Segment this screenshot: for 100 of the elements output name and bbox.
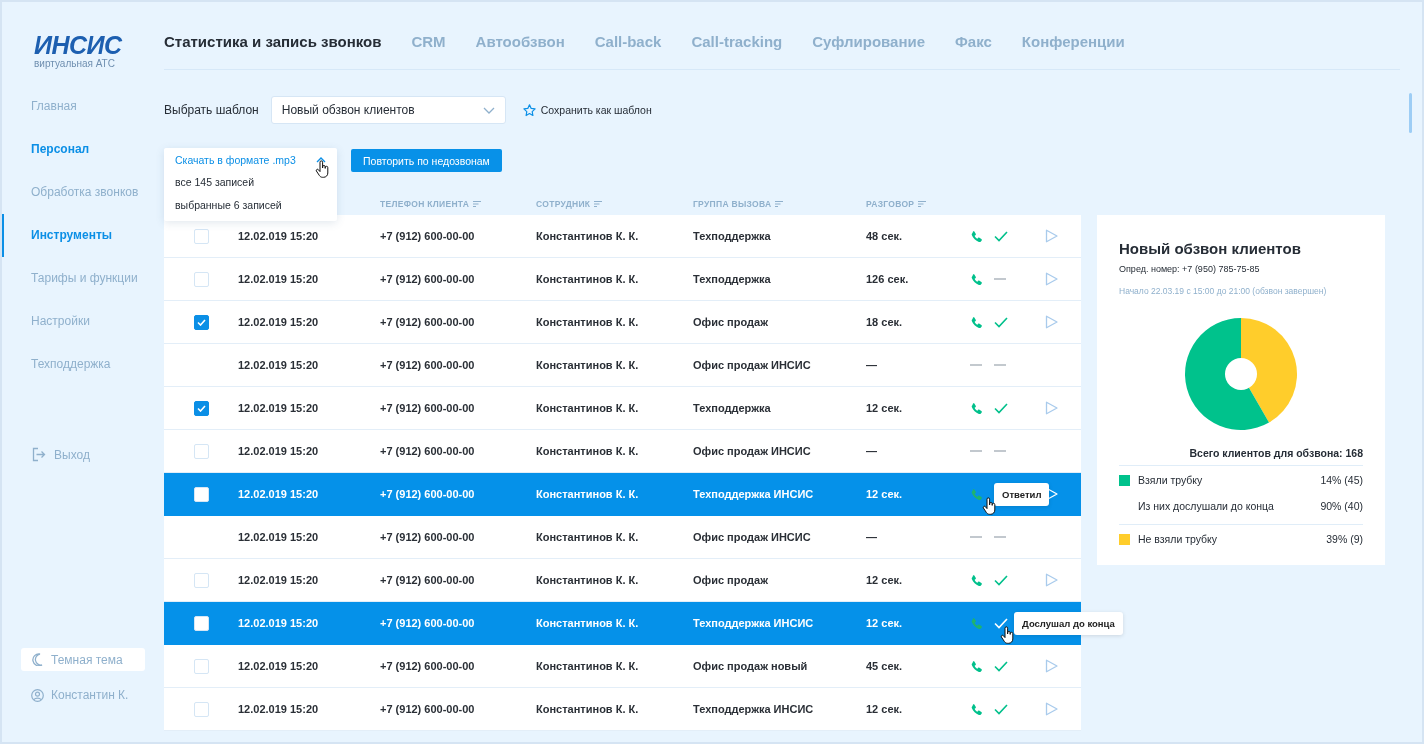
table-cell: +7 (912) 600-00-00 [380, 316, 475, 328]
sidebar-item[interactable]: Обработка звонков [2, 171, 164, 214]
nav-tab[interactable]: Call-tracking [691, 33, 783, 50]
table-cell: +7 (912) 600-00-00 [380, 445, 475, 457]
table-cell: 12.02.019 15:20 [238, 531, 319, 543]
table-row[interactable]: 12.02.019 15:20 +7 (912) 600-00-00 Константинов К. К. Офис продаж ИНСИС — [164, 516, 1081, 559]
nav-tab[interactable]: Call-back [594, 33, 662, 50]
legend-value: 90% (40) [1320, 500, 1363, 512]
table-cell: +7 (912) 600-00-00 [380, 703, 475, 715]
menu-item[interactable]: выбранные 6 записей [164, 194, 293, 217]
column-header[interactable]: ГРУППА ВЫЗОВА [693, 199, 784, 209]
table-cell: Техподдержка [693, 230, 771, 242]
table-cell: 12.02.019 15:20 [238, 703, 319, 715]
nav-tab[interactable]: CRM [411, 33, 446, 50]
period-text: Начало 22.03.19 с 15:00 до 21:00 (обзвон завершен) [1119, 286, 1328, 296]
table-cell: Техподдержка [693, 402, 771, 414]
table-cell: 12 сек. [866, 402, 903, 414]
table-cell: 12 сек. [866, 703, 903, 715]
nav-tab[interactable]: Статистика и запись звонков [164, 33, 382, 50]
table-row[interactable]: 12.02.019 15:20 +7 (912) 600-00-00 Константинов К. К. Офис продаж новый 45 сек. [164, 645, 1081, 688]
template-label: Выбрать шаблон [164, 103, 259, 117]
table-cell: 12 сек. [866, 617, 903, 629]
table-cell: Константинов К. К. [536, 359, 639, 371]
pointer-icon [982, 497, 996, 515]
table-cell: Константинов К. К. [536, 445, 639, 457]
table-cell: Офис продаж ИНСИС [693, 359, 811, 371]
table-cell: +7 (912) 600-00-00 [380, 488, 475, 500]
table-cell: Константинов К. К. [536, 316, 639, 328]
table-cell: 12.02.019 15:20 [238, 574, 319, 586]
table-cell: Константинов К. К. [536, 617, 639, 629]
table-row[interactable]: 12.02.019 15:20 +7 (912) 600-00-00 Константинов К. К. Офис продаж ИНСИС — [164, 430, 1081, 473]
sort-icon [918, 201, 927, 207]
theme-button[interactable]: Темная тема [21, 648, 145, 671]
pointer-icon [1000, 626, 1014, 644]
table-cell: 12.02.019 15:20 [238, 316, 319, 328]
sidebar-item[interactable]: Инструменты [2, 214, 164, 257]
moon-icon [32, 653, 43, 666]
column-header[interactable]: РАЗГОВОР [866, 199, 927, 209]
tooltip: Дослушал до конца [1014, 612, 1123, 635]
column-header[interactable]: СОТРУДНИК [536, 199, 603, 209]
logo-subtitle: виртуальная АТС [34, 58, 115, 70]
nav-tab[interactable]: Суфлирование [812, 33, 926, 50]
table-cell: Константинов К. К. [536, 402, 639, 414]
table-cell: 12.02.019 15:20 [238, 402, 319, 414]
sidebar-item[interactable]: Главная [2, 85, 164, 128]
nav-tab[interactable]: Конференции [1021, 33, 1125, 50]
table-cell: Константинов К. К. [536, 273, 639, 285]
sidebar-item[interactable]: Персонал [2, 128, 164, 171]
checkmark-icon [197, 404, 206, 412]
table-cell: Техподдержка [693, 273, 771, 285]
retry-button[interactable]: Повторить по недозвонам [351, 149, 502, 172]
nav-tab[interactable]: Автообзвон [475, 33, 565, 50]
table-row[interactable]: 12.02.019 15:20 +7 (912) 600-00-00 Константинов К. К. Офис продаж 12 сек. [164, 559, 1081, 602]
download-toggle[interactable]: Скачать в формате .mp3 [175, 154, 296, 166]
table-cell: — [866, 359, 877, 371]
sidebar-item[interactable]: Техподдержка [2, 343, 164, 386]
table-cell: +7 (912) 600-00-00 [380, 574, 475, 586]
save-template-link[interactable]: Сохранить как шаблон [540, 104, 652, 116]
table-row[interactable]: 12.02.019 15:20 +7 (912) 600-00-00 Константинов К. К. Техподдержка ИНСИС 12 сек. Ответил [164, 473, 1081, 516]
table-cell: Константинов К. К. [536, 574, 639, 586]
table-row[interactable]: 12.02.019 15:20 +7 (912) 600-00-00 Константинов К. К. Офис продаж ИНСИС — [164, 344, 1081, 387]
sidebar-item[interactable]: Настройки [2, 300, 164, 343]
caller-id-text: Опред. номер: +7 (950) 785-75-85 [1119, 264, 1261, 274]
column-header[interactable]: ТЕЛЕФОН КЛИЕНТА [380, 199, 482, 209]
table-row[interactable]: 12.02.019 15:20 +7 (912) 600-00-00 Константинов К. К. Техподдержка 48 сек. [164, 215, 1081, 258]
table-cell: 18 сек. [866, 316, 903, 328]
table-cell: 12 сек. [866, 488, 903, 500]
table-cell: 12.02.019 15:20 [238, 273, 319, 285]
table-cell: Техподдержка ИНСИС [693, 703, 814, 715]
table-cell: Офис продаж [693, 574, 768, 586]
table-row[interactable]: 12.02.019 15:20 +7 (912) 600-00-00 Константинов К. К. Офис продаж 18 сек. [164, 301, 1081, 344]
checkbox[interactable] [194, 400, 209, 416]
legend-value: 14% (45) [1320, 474, 1363, 486]
table-cell: +7 (912) 600-00-00 [380, 273, 475, 285]
checkbox[interactable] [194, 314, 209, 330]
table-row[interactable]: 12.02.019 15:20 +7 (912) 600-00-00 Константинов К. К. Техподдержка 126 сек. [164, 258, 1081, 301]
chevron-down-icon [482, 106, 495, 114]
table-cell: 45 сек. [866, 660, 903, 672]
table-row[interactable]: 12.02.019 15:20 +7 (912) 600-00-00 Константинов К. К. Техподдержка 12 сек. [164, 387, 1081, 430]
template-select[interactable]: Новый обзвон клиентов [270, 96, 506, 124]
sort-icon [473, 201, 482, 207]
sidebar-item[interactable]: Тарифы и функции [2, 257, 164, 300]
nav-tab[interactable]: Факс [955, 33, 992, 50]
legend-value: 39% (9) [1326, 533, 1363, 545]
scrollbar[interactable] [1409, 93, 1412, 133]
legend-label: Взяли трубку [1138, 474, 1203, 486]
table-cell: Техподдержка ИНСИС [693, 617, 814, 629]
checkmark-icon [197, 318, 206, 326]
legend-label: Не взяли трубку [1138, 533, 1218, 545]
user-name[interactable]: Константин К. [51, 688, 129, 702]
table-cell: 12.02.019 15:20 [238, 488, 319, 500]
table-cell: Константинов К. К. [536, 703, 639, 715]
table-row[interactable]: 12.02.019 15:20 +7 (912) 600-00-00 Константинов К. К. Техподдержка ИНСИС 12 сек. [164, 688, 1081, 731]
table-cell: Офис продаж ИНСИС [693, 445, 811, 457]
table-cell: Офис продаж новый [693, 660, 808, 672]
table-cell: Техподдержка ИНСИС [693, 488, 814, 500]
table-cell: 12.02.019 15:20 [238, 617, 319, 629]
table-cell: +7 (912) 600-00-00 [380, 617, 475, 629]
menu-item[interactable]: все 145 записей [164, 171, 266, 194]
logout-link[interactable]: Выход [54, 447, 90, 462]
